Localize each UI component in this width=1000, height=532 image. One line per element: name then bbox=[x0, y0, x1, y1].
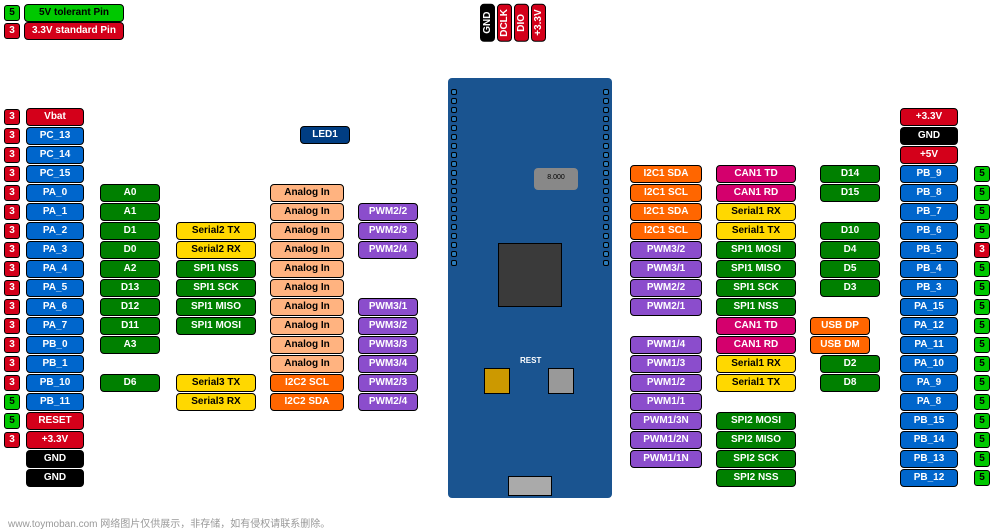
button-1 bbox=[484, 368, 510, 394]
right-pwm-col: I2C1 SDAI2C1 SCLI2C1 SDAI2C1 SCLPWM3/2PW… bbox=[630, 108, 702, 487]
top-connector: GND DCLK DIO +3.3V bbox=[480, 4, 546, 42]
footer-text: www.toymoban.com 网络图片仅供展示，非存储，如有侵权请联系删除。 bbox=[8, 515, 330, 530]
top-dclk: DCLK bbox=[497, 4, 512, 42]
left-arduino-col: A0A1D1D0A2D13D12D11A3 D6 bbox=[100, 184, 160, 411]
legend-5v-text: 5V tolerant Pin bbox=[24, 4, 124, 22]
top-3v3: +3.3V bbox=[531, 4, 546, 42]
crystal: 8.000 bbox=[534, 168, 578, 190]
left-serial-col: Serial2 TXSerial2 RXSPI1 NSSSPI1 SCKSPI1… bbox=[176, 222, 256, 411]
left-analog-col: Analog InAnalog InAnalog InAnalog InAnal… bbox=[270, 184, 344, 411]
left-pins-col: VbatPC_13PC_14PC_15PA_0PA_1PA_2PA_3PA_4P… bbox=[26, 108, 84, 487]
right-comm-col: CAN1 TDCAN1 RDSerial1 RXSerial1 TXSPI1 M… bbox=[716, 108, 796, 487]
usb-port bbox=[508, 476, 552, 496]
legend-5v-num: 5 bbox=[4, 5, 20, 21]
top-dio: DIO bbox=[514, 4, 529, 42]
legend-3v-text: 3.3V standard Pin bbox=[24, 22, 124, 40]
top-gnd: GND bbox=[480, 4, 495, 42]
right-tolerance-col: 55553555555555555 bbox=[974, 108, 990, 487]
right-ard-col: D14D15 D10D4D5D3 D2D8 bbox=[820, 108, 880, 487]
button-2 bbox=[548, 368, 574, 394]
legend: 5 5V tolerant Pin 3 3.3V standard Pin bbox=[4, 4, 124, 40]
rest-label: REST bbox=[520, 356, 541, 365]
right-pins-col: +3.3VGND+5VPB_9PB_8PB_7PB_6PB_5PB_4PB_3P… bbox=[900, 108, 958, 487]
legend-3v-num: 3 bbox=[4, 23, 20, 39]
left-pwm-col: PWM2/2PWM2/3PWM2/4 PWM3/1PWM3/2PWM3/3PWM… bbox=[358, 184, 418, 411]
left-tolerance-col: 333333333333333553 bbox=[4, 108, 20, 449]
mcu-chip bbox=[498, 243, 562, 307]
mcu-board: 8.000 REST bbox=[448, 78, 612, 498]
led1-label: LED1 bbox=[300, 126, 350, 144]
